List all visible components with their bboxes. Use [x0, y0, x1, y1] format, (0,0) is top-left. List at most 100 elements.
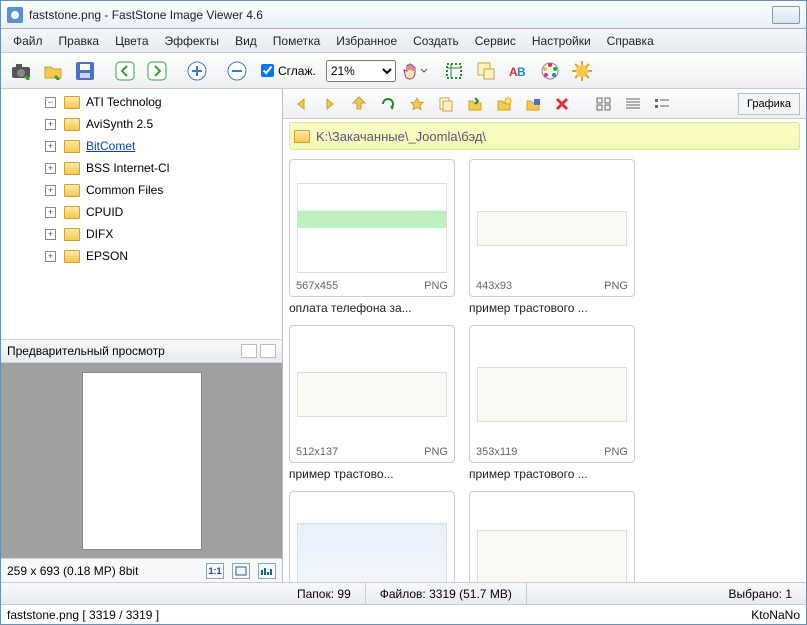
preview-status: 259 x 693 (0.18 MP) 8bit 1:1	[1, 558, 282, 582]
expander-icon[interactable]: +	[45, 119, 56, 130]
thumbnails-grid[interactable]: 567x455PNG оплата телефона за... 443x93P…	[283, 153, 806, 582]
menu-tools[interactable]: Сервис	[467, 31, 524, 51]
histogram-button[interactable]	[258, 563, 276, 579]
svg-text:B: B	[517, 65, 526, 79]
window-title: faststone.png - FastStone Image Viewer 4…	[29, 8, 768, 22]
preview-close-button[interactable]	[260, 344, 276, 358]
nav-explorer-button[interactable]	[521, 93, 545, 115]
thumbnail-item[interactable]: 443x93PNG пример трастового ...	[469, 159, 635, 315]
main-toolbar: Сглаж. 21% AB	[1, 53, 806, 89]
menu-tag[interactable]: Пометка	[265, 31, 329, 51]
thumbnail-caption: оплата телефона за...	[289, 301, 455, 315]
expander-icon[interactable]: +	[45, 229, 56, 240]
open-button[interactable]	[39, 57, 67, 85]
expander-icon[interactable]: +	[45, 185, 56, 196]
minimize-button[interactable]	[772, 6, 800, 24]
right-pane: Графика K:\Закачанные\_Joomla\бэд\ 567x4…	[283, 89, 806, 582]
left-pane: −ATI Technolog +AviSynth 2.5 +BitComet +…	[1, 89, 283, 582]
smooth-checkbox[interactable]: Сглаж.	[261, 64, 316, 78]
zoom-in-button[interactable]	[183, 57, 211, 85]
menu-favorites[interactable]: Избранное	[328, 31, 405, 51]
next-button[interactable]	[143, 57, 171, 85]
thumbnail-item[interactable]: 353x119PNG пример трастового ...	[469, 325, 635, 481]
hand-tool-button[interactable]	[400, 57, 428, 85]
nav-back-button[interactable]	[289, 93, 313, 115]
thumbnail-caption: пример трастового ...	[469, 301, 635, 315]
tree-item[interactable]: +AviSynth 2.5	[3, 113, 280, 135]
tree-item[interactable]: +BitComet	[3, 135, 280, 157]
bottom-file-info: faststone.png [ 3319 / 3319 ]	[7, 608, 159, 622]
app-icon	[7, 7, 23, 23]
graphics-tab[interactable]: Графика	[738, 93, 800, 115]
menu-effects[interactable]: Эффекты	[157, 31, 228, 51]
folder-icon	[64, 228, 80, 241]
menu-create[interactable]: Создать	[405, 31, 467, 51]
nav-copy-button[interactable]	[434, 93, 458, 115]
folder-icon	[64, 206, 80, 219]
tree-item[interactable]: +DIFX	[3, 223, 280, 245]
nav-newfolder-button[interactable]	[492, 93, 516, 115]
preview-pane[interactable]	[1, 363, 282, 558]
resize-button[interactable]	[472, 57, 500, 85]
preview-header: Предварительный просмотр	[1, 339, 282, 363]
preview-pin-button[interactable]	[241, 344, 257, 358]
thumbnail-item[interactable]: 538x245PNG счетчик.png	[289, 491, 455, 582]
folder-icon	[64, 184, 80, 197]
folder-tree[interactable]: −ATI Technolog +AviSynth 2.5 +BitComet +…	[1, 89, 282, 339]
statusbar: Папок: 99 Файлов: 3319 (51.7 MB) Выбрано…	[1, 582, 806, 604]
nav-move-button[interactable]	[463, 93, 487, 115]
prev-button[interactable]	[111, 57, 139, 85]
thumbnail-item[interactable]: 567x455PNG оплата телефона за...	[289, 159, 455, 315]
nav-up-button[interactable]	[347, 93, 371, 115]
menubar: Файл Правка Цвета Эффекты Вид Пометка Из…	[1, 29, 806, 53]
nav-favorite-button[interactable]	[405, 93, 429, 115]
crop-button[interactable]	[440, 57, 468, 85]
menu-settings[interactable]: Настройки	[524, 31, 599, 51]
expander-icon[interactable]: +	[45, 163, 56, 174]
view-list-button[interactable]	[650, 93, 674, 115]
folder-icon	[64, 118, 80, 131]
menu-help[interactable]: Справка	[599, 31, 662, 51]
acquire-button[interactable]	[7, 57, 35, 85]
ratio-badge[interactable]: 1:1	[206, 563, 224, 579]
expander-icon[interactable]: +	[45, 141, 56, 152]
tree-item[interactable]: +BSS Internet-Cl	[3, 157, 280, 179]
folder-icon	[64, 96, 80, 109]
menu-file[interactable]: Файл	[5, 31, 51, 51]
tree-item[interactable]: +EPSON	[3, 245, 280, 267]
view-details-button[interactable]	[621, 93, 645, 115]
folder-icon	[64, 162, 80, 175]
tree-item[interactable]: +CPUID	[3, 201, 280, 223]
menu-view[interactable]: Вид	[227, 31, 265, 51]
titlebar: faststone.png - FastStone Image Viewer 4…	[1, 1, 806, 29]
nav-delete-button[interactable]	[550, 93, 574, 115]
watermark: KtoNaNo	[751, 608, 800, 622]
nav-refresh-button[interactable]	[376, 93, 400, 115]
menu-edit[interactable]: Правка	[51, 31, 108, 51]
path-text: K:\Закачанные\_Joomla\бэд\	[316, 129, 486, 144]
thumbnail-item[interactable]: 686x245PNG programma-dlia-p...	[469, 491, 635, 582]
view-thumbs-button[interactable]	[592, 93, 616, 115]
folder-icon	[294, 130, 310, 143]
tree-item[interactable]: +Common Files	[3, 179, 280, 201]
color-picker-button[interactable]	[536, 57, 564, 85]
nav-forward-button[interactable]	[318, 93, 342, 115]
expander-icon[interactable]: +	[45, 251, 56, 262]
folder-icon	[64, 250, 80, 263]
preview-image	[82, 372, 202, 550]
menu-colors[interactable]: Цвета	[107, 31, 156, 51]
pathbar[interactable]: K:\Закачанные\_Joomla\бэд\	[289, 122, 800, 150]
expander-icon[interactable]: −	[45, 97, 56, 108]
save-button[interactable]	[71, 57, 99, 85]
status-selected: Выбрано: 1	[715, 583, 807, 604]
settings-icon-button[interactable]	[568, 57, 596, 85]
tree-item[interactable]: −ATI Technolog	[3, 91, 280, 113]
thumbnail-caption: пример трастового ...	[469, 467, 635, 481]
zoom-select[interactable]: 21%	[326, 60, 396, 82]
smooth-checkbox-input[interactable]	[261, 64, 274, 77]
thumbnail-item[interactable]: 512x137PNG пример трастово...	[289, 325, 455, 481]
zoom-out-button[interactable]	[223, 57, 251, 85]
fit-button[interactable]	[232, 563, 250, 579]
text-button[interactable]: AB	[504, 57, 532, 85]
expander-icon[interactable]: +	[45, 207, 56, 218]
